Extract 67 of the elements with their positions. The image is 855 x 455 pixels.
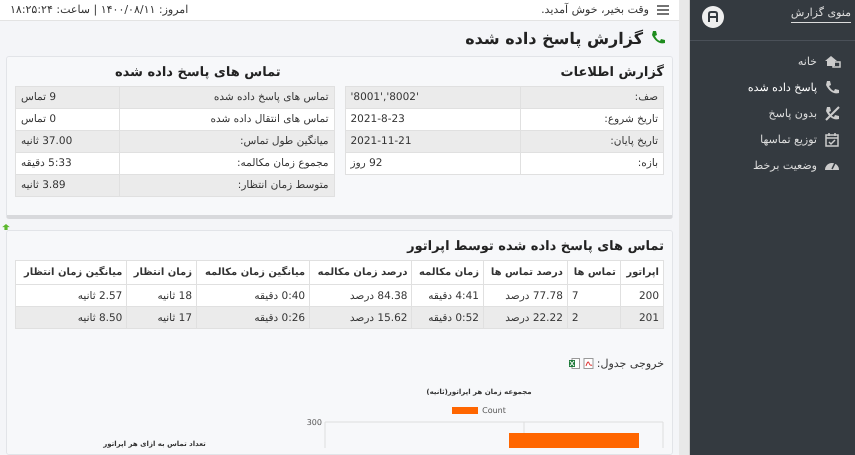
table-cell: 200 [620, 284, 664, 306]
table-cell: 18 ثانیه [126, 284, 197, 306]
table-cell: 0 تماس [16, 108, 120, 130]
table-cell: مجموع زمان مکالمه: [119, 152, 334, 174]
table-cell: '8002','8001' [345, 86, 520, 108]
spreadsheet-icon[interactable] [568, 358, 580, 369]
table-cell: 0:40 دقیقه [196, 284, 310, 306]
table-cell: 92 روز [345, 152, 520, 174]
legend-label: Count [482, 406, 506, 415]
table-cell: 2.57 ثانیه [16, 284, 127, 306]
export-label: خروجی جدول: [596, 357, 664, 370]
table-cell: 7 [567, 284, 620, 306]
section-title: تماس های پاسخ داده شده [115, 64, 282, 80]
sidebar-item[interactable]: وضعیت برخط [690, 155, 841, 175]
table-cell: 2021-11-21 [345, 130, 520, 152]
table-cell: 17 ثانیه [126, 306, 197, 328]
greeting-text: وقت بخیر، خوش آمدید. [541, 3, 649, 16]
table-cell: تماس های پاسخ داده شده [119, 86, 334, 108]
table-cell: بازه: [520, 152, 664, 174]
table-cell: 22.22 درصد [483, 306, 568, 328]
table-cell: تاریخ شروع: [520, 108, 664, 130]
table-cell: متوسط زمان انتظار: [119, 174, 334, 196]
column-header: درصد زمان مکالمه [310, 260, 412, 284]
pdf-icon[interactable] [582, 358, 594, 369]
table-cell: 77.78 درصد [483, 284, 568, 306]
section-title: تماس های پاسخ داده شده توسط اپراتور [406, 239, 664, 254]
page-title: گزارش پاسخ داده شده [465, 28, 643, 48]
sidebar-item[interactable]: بدون پاسخ [690, 103, 841, 123]
sidebar-item[interactable]: توزیع تماسها [690, 129, 841, 149]
table-cell: تاریخ پایان: [520, 130, 664, 152]
logo-icon [702, 6, 724, 28]
table-cell: میانگین طول تماس: [119, 130, 334, 152]
table-cell: 2 [567, 306, 620, 328]
table-cell: 9 تماس [16, 86, 120, 108]
column-header: میانگین زمان انتظار [16, 260, 127, 284]
phone-icon [823, 79, 841, 95]
table-cell: صف: [520, 86, 664, 108]
missed-icon [823, 105, 841, 121]
table-cell: 201 [620, 306, 664, 328]
sidebar-item[interactable]: پاسخ داده شده [690, 77, 841, 97]
table-cell: 3.89 ثانیه [16, 174, 120, 196]
column-header: زمان مکالمه [412, 260, 484, 284]
sidebar-title: منوی گزارش [790, 6, 851, 23]
table-cell: 84.38 درصد [310, 284, 412, 306]
table-cell: 2021-8-23 [345, 108, 520, 130]
column-header: میانگین زمان مکالمه [196, 260, 310, 284]
table-cell: 8.50 ثانیه [16, 306, 127, 328]
axis-tick-label: 300 [306, 418, 322, 427]
table-cell: 0:52 دقیقه [412, 306, 484, 328]
legend-swatch [452, 407, 478, 414]
date-time-text: امروز: ۱۴۰۰/۰۸/۱۱ | ساعت: ۱۸:۲۵:۲۴ [10, 3, 188, 16]
table-cell: 0:26 دقیقه [196, 306, 310, 328]
column-header: زمان انتظار [126, 260, 197, 284]
calendar-icon [823, 131, 841, 147]
table-cell: 37.00 ثانیه [16, 130, 120, 152]
column-header: تماس ها [567, 260, 620, 284]
sidebar-item[interactable]: خانه [690, 51, 841, 71]
table-cell: 5:33 دقیقه [16, 152, 120, 174]
home-icon [823, 53, 841, 69]
column-header: درصد تماس ها [483, 260, 568, 284]
table-cell: تماس های انتقال داده شده [119, 108, 334, 130]
column-header: اپراتور [620, 260, 664, 284]
section-title: گزارش اطلاعات [560, 64, 664, 80]
menu-icon[interactable] [657, 4, 669, 15]
scrollbar[interactable] [679, 0, 690, 455]
table-cell: 4:41 دقیقه [412, 284, 484, 306]
table-cell: 15.62 درصد [310, 306, 412, 328]
